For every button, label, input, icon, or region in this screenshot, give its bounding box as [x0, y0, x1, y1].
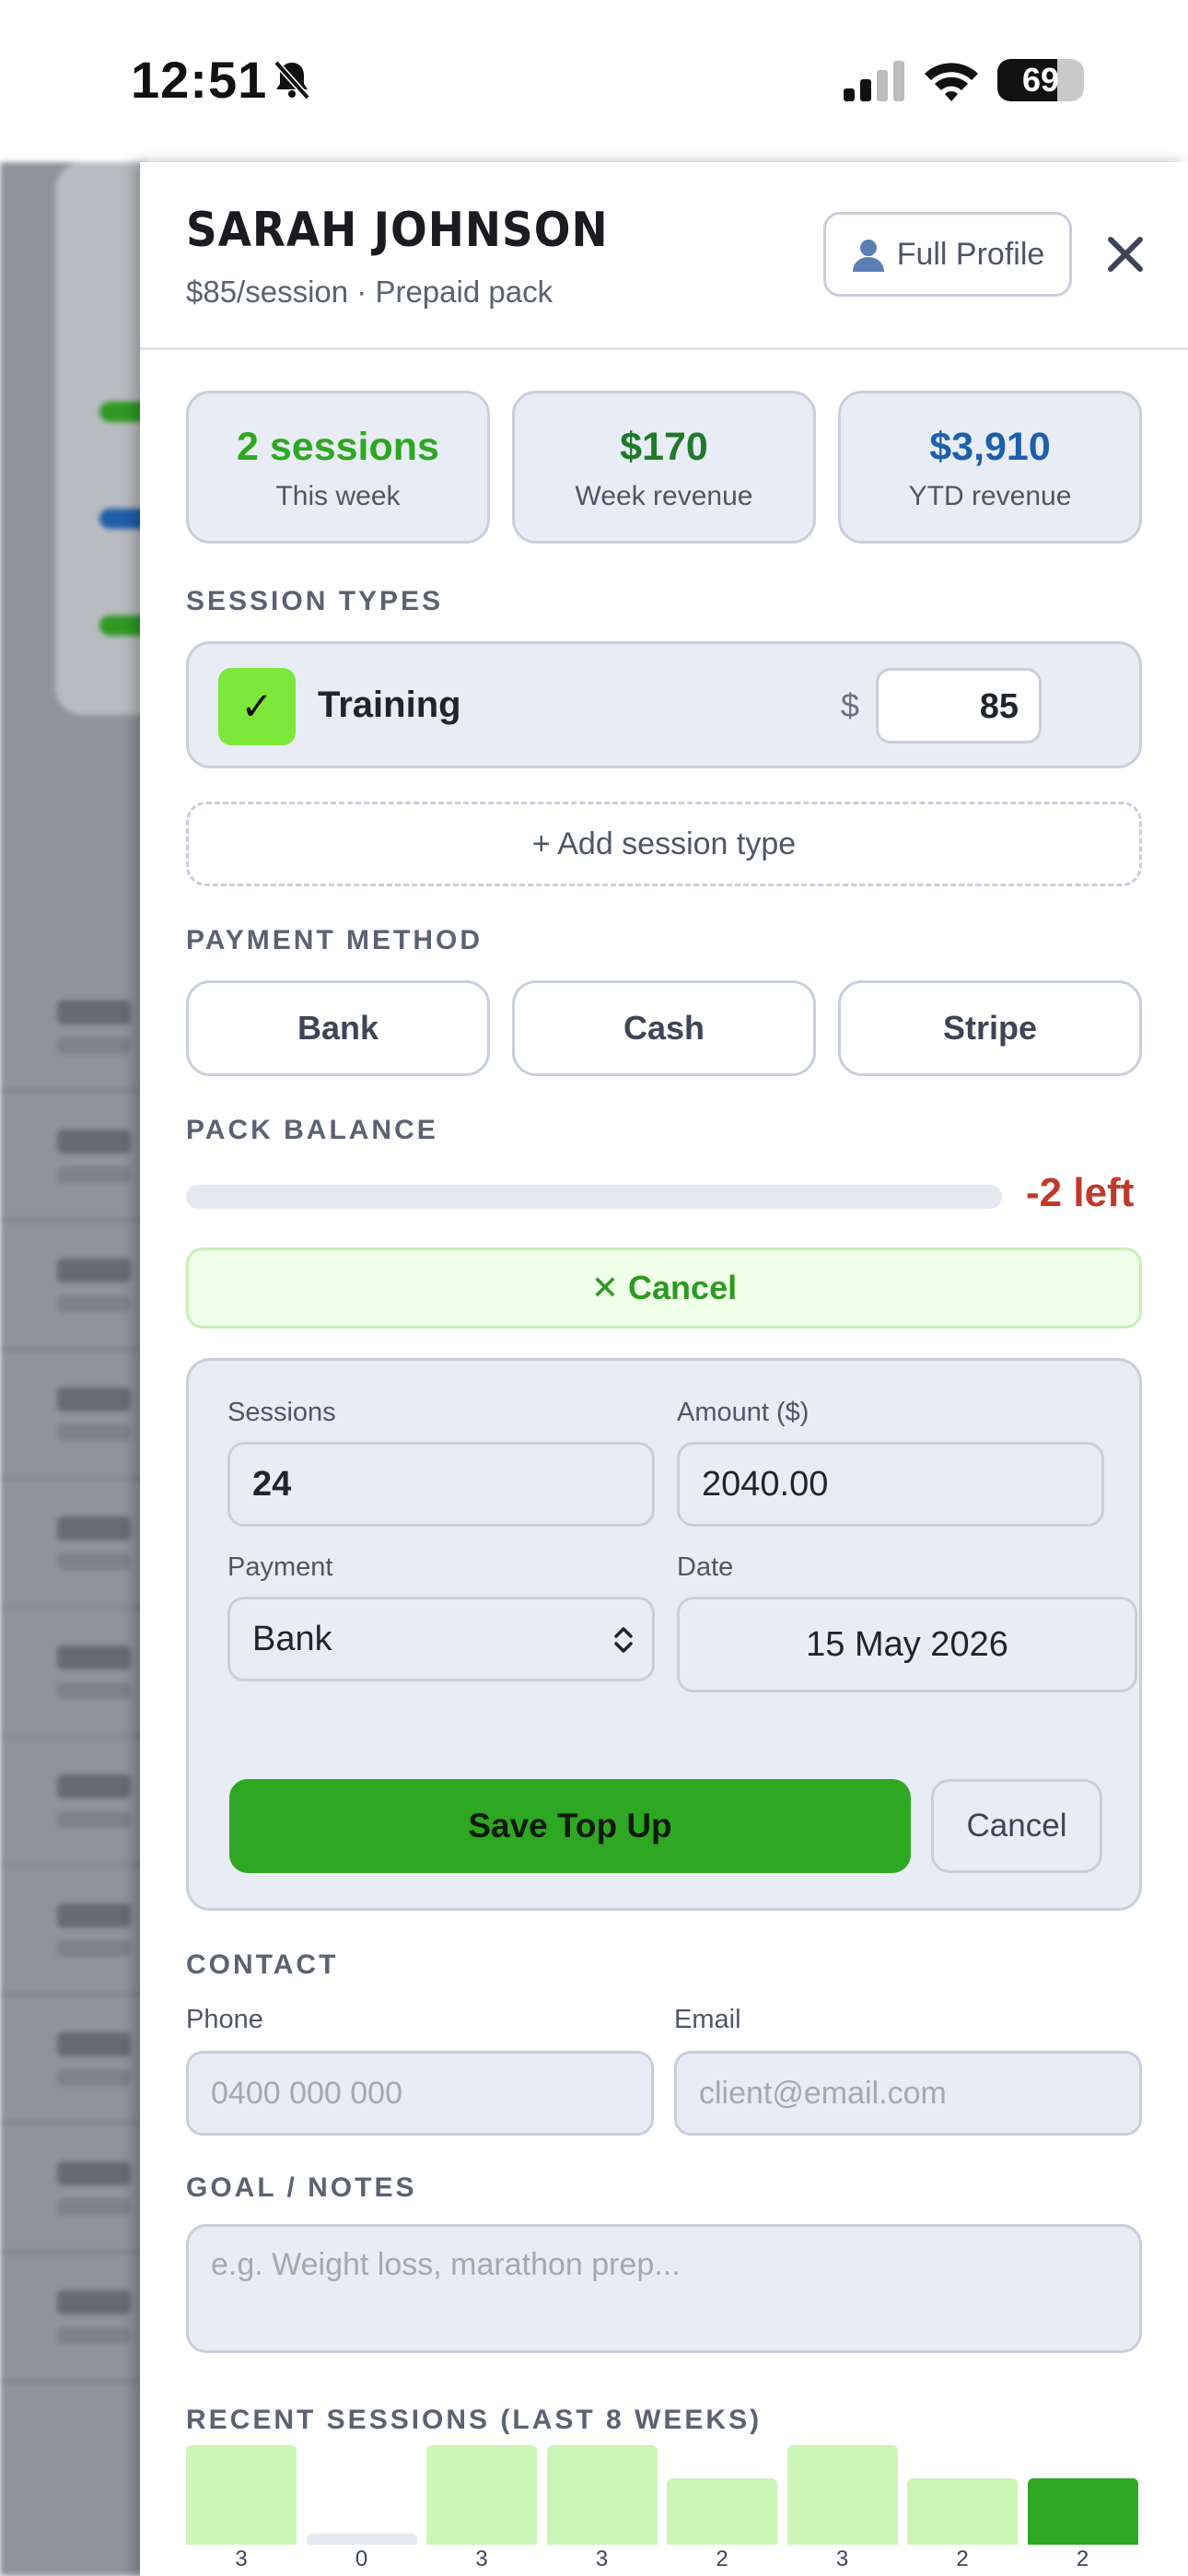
- session-week-bar: [786, 2445, 898, 2545]
- pack-balance-heading: PACK BALANCE: [186, 1115, 438, 1145]
- payment-select[interactable]: Bank: [227, 1597, 655, 1681]
- session-week-bar: [546, 2445, 658, 2545]
- stat-label: YTD revenue: [908, 481, 1072, 511]
- background-row: [0, 1360, 147, 1480]
- cancel-button[interactable]: Cancel: [931, 1779, 1102, 1873]
- stat-card-ytd-revenue: $3,910 YTD revenue: [838, 391, 1142, 544]
- session-price-input[interactable]: 85: [876, 668, 1042, 744]
- goal-notes-textarea[interactable]: e.g. Weight loss, marathon prep...: [186, 2224, 1142, 2353]
- save-top-up-button[interactable]: Save Top Up: [229, 1779, 911, 1873]
- background-row: [0, 1876, 147, 1996]
- session-week-bar: [426, 2445, 537, 2545]
- user-icon: [852, 240, 884, 272]
- full-profile-button[interactable]: Full Profile: [823, 212, 1072, 297]
- background-row: [0, 2263, 147, 2383]
- background-row: [0, 2005, 147, 2125]
- wifi-icon: [925, 63, 978, 101]
- recent-sessions-heading: RECENT SESSIONS (LAST 8 WEEKS): [186, 2405, 763, 2435]
- client-rate-subtitle: $85/session · Prepaid pack: [186, 275, 553, 309]
- session-week-bar: [907, 2478, 1018, 2545]
- stat-value: $170: [620, 425, 708, 469]
- payment-option-cash[interactable]: Cash: [512, 980, 816, 1076]
- stat-card-week-revenue: $170 Week revenue: [512, 391, 816, 544]
- email-field-label: Email: [674, 2005, 741, 2034]
- full-profile-label: Full Profile: [896, 236, 1045, 272]
- select-arrows-icon: [614, 1627, 633, 1653]
- session-week-bar: [1027, 2478, 1138, 2545]
- amount-input[interactable]: 2040.00: [677, 1442, 1104, 1527]
- background-row: [0, 2134, 147, 2254]
- background-row: [0, 1747, 147, 1867]
- stat-card-sessions: 2 sessions This week: [186, 391, 490, 544]
- session-type-name: Training: [318, 685, 461, 725]
- currency-symbol: $: [841, 686, 860, 724]
- payment-method-heading: PAYMENT METHOD: [186, 925, 483, 955]
- background-row: [0, 973, 147, 1093]
- sessions-field-label: Sessions: [227, 1398, 336, 1427]
- close-icon[interactable]: [1098, 227, 1153, 282]
- session-week-bar: [667, 2478, 777, 2545]
- date-field-label: Date: [677, 1552, 734, 1582]
- goal-notes-heading: GOAL / NOTES: [186, 2172, 417, 2203]
- session-week-count: 2: [1076, 2547, 1089, 2571]
- stat-label: Week revenue: [575, 481, 753, 511]
- session-week-bar: [186, 2445, 297, 2545]
- client-detail-panel: SARAH JOHNSON $85/session · Prepaid pack…: [140, 162, 1188, 2576]
- payment-option-stripe[interactable]: Stripe: [838, 980, 1142, 1076]
- cellular-signal-icon: [844, 61, 904, 101]
- stat-label: This week: [275, 481, 401, 511]
- session-week-count: 2: [956, 2547, 969, 2571]
- cancel-top-up-toggle[interactable]: ✕ Cancel: [186, 1247, 1142, 1329]
- phone-input[interactable]: 0400 000 000: [186, 2051, 654, 2136]
- pack-balance-bar: [186, 1185, 1002, 1209]
- email-input[interactable]: client@email.com: [674, 2051, 1142, 2136]
- session-week-count: 3: [235, 2547, 248, 2571]
- background-row: [0, 1102, 147, 1222]
- battery-percent: 69: [1021, 61, 1060, 99]
- payment-field-label: Payment: [227, 1552, 333, 1582]
- date-input[interactable]: 15 May 2026: [677, 1597, 1137, 1692]
- payment-option-bank[interactable]: Bank: [186, 980, 490, 1076]
- session-week-count: 3: [835, 2547, 849, 2571]
- sessions-left-count: -2 left: [1026, 1170, 1135, 1215]
- contact-heading: CONTACT: [186, 1950, 339, 1980]
- session-types-heading: SESSION TYPES: [186, 586, 444, 616]
- stat-value: $3,910: [929, 425, 1051, 469]
- panel-header: SARAH JOHNSON $85/session · Prepaid pack…: [140, 162, 1188, 350]
- bell-muted-icon: [274, 60, 310, 100]
- add-session-type-button[interactable]: + Add session type: [186, 802, 1142, 886]
- session-week-bar: [306, 2534, 417, 2545]
- session-week-count: 2: [716, 2547, 728, 2571]
- sessions-input[interactable]: 24: [227, 1442, 655, 1527]
- client-name: SARAH JOHNSON: [186, 203, 609, 258]
- status-time: 12:51: [131, 51, 268, 109]
- session-week-count: 3: [595, 2547, 609, 2571]
- background-row: [0, 1618, 147, 1738]
- stat-value: 2 sessions: [237, 425, 439, 469]
- background-row: [0, 1489, 147, 1609]
- phone-field-label: Phone: [186, 2005, 263, 2034]
- session-type-checkbox[interactable]: ✓: [218, 668, 296, 745]
- payment-select-value: Bank: [252, 1620, 332, 1658]
- battery-indicator: 69: [997, 59, 1084, 101]
- session-type-row: ✓ Training $ 85: [186, 641, 1142, 768]
- session-week-count: 3: [475, 2547, 488, 2571]
- session-week-count: 0: [355, 2547, 368, 2571]
- top-up-form: Sessions 24 Amount ($) 2040.00 Payment B…: [186, 1358, 1142, 1911]
- status-bar: 12:51 69: [0, 0, 1188, 162]
- background-row: [0, 1231, 147, 1351]
- amount-field-label: Amount ($): [677, 1398, 809, 1427]
- background-client-list: [0, 162, 147, 2576]
